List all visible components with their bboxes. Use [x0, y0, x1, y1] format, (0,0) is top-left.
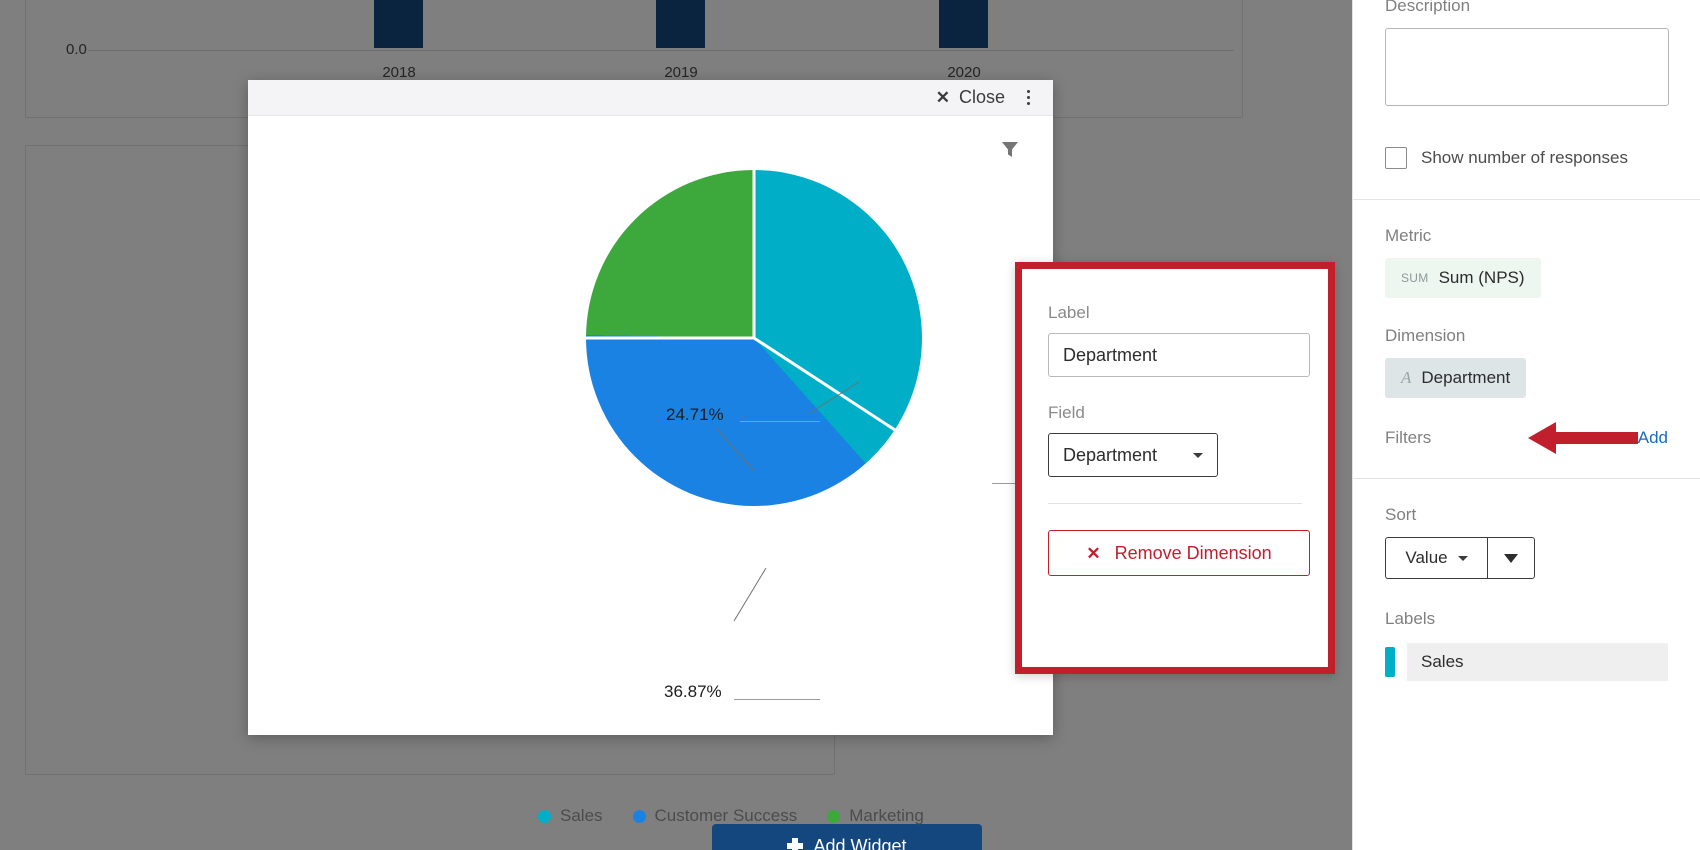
remove-dimension-label: Remove Dimension [1114, 542, 1272, 563]
add-widget-label: Add Widget [813, 835, 907, 850]
show-responses-label: Show number of responses [1421, 148, 1628, 167]
metric-label: Metric [1385, 226, 1432, 245]
popover-divider [1048, 503, 1302, 504]
panel-divider-1 [1353, 199, 1700, 200]
metric-chip-label: Sum (NPS) [1438, 268, 1525, 287]
widget-settings-panel: Description Show number of responses Met… [1352, 0, 1700, 850]
popover-field-select[interactable]: Department [1048, 433, 1218, 477]
legend-item-customer-success[interactable]: Customer Success [632, 806, 798, 826]
screen-root: 0.0 2018 2019 2020 Add Widget ✕ Close [0, 0, 1700, 850]
legend-item-sales[interactable]: Sales [538, 806, 603, 826]
popover-field-label: Field [1048, 403, 1085, 422]
popover-field-value: Department [1063, 444, 1158, 465]
legend-label-marketing: Marketing [849, 806, 924, 825]
close-icon: ✕ [935, 88, 950, 107]
show-responses-checkbox[interactable] [1385, 147, 1407, 169]
add-widget-button[interactable]: Add Widget [712, 824, 982, 850]
popover-label-field-label: Label [1048, 303, 1090, 322]
dimension-chip-kind: A [1401, 368, 1412, 387]
pie-chart [248, 166, 1053, 646]
sort-field-value: Value [1405, 548, 1448, 567]
sort-field-select[interactable]: Value [1385, 537, 1487, 579]
legend-item-marketing[interactable]: Marketing [827, 806, 924, 826]
chevron-down-icon [1457, 555, 1468, 561]
chart-detail-modal: ✕ Close 24.71% 36.87% Sales Customer Suc… [248, 80, 1124, 825]
popover-label-input[interactable] [1048, 333, 1310, 377]
chart-legend: Sales Customer Success Marketing [538, 806, 924, 826]
sort-label: Sort [1385, 505, 1417, 524]
legend-swatch-sales [538, 809, 551, 823]
metric-chip-sum-nps[interactable]: SUM Sum (NPS) [1385, 258, 1541, 298]
description-textarea[interactable] [1385, 28, 1669, 106]
description-label: Description [1385, 0, 1471, 15]
label-swatch-sales [1385, 647, 1395, 677]
sort-direction-button[interactable] [1487, 537, 1535, 579]
legend-label-sales: Sales [560, 806, 603, 825]
pie-label-marketing: 24.71% [666, 405, 724, 424]
dimension-chip-department[interactable]: A Department [1385, 358, 1527, 398]
pie-label-customer-success: 36.87% [664, 682, 722, 701]
label-item-sales[interactable]: Sales [1385, 643, 1668, 681]
panel-divider-2 [1353, 478, 1700, 479]
close-button[interactable]: ✕ Close [930, 85, 1011, 110]
legend-swatch-customer-success [632, 809, 646, 823]
filters-label: Filters [1385, 428, 1432, 447]
description-section: Description [1385, 0, 1669, 111]
caret-down-icon [1504, 553, 1518, 563]
pie-disc[interactable] [586, 170, 922, 506]
leader-line-marketing [740, 421, 820, 422]
legend-label-customer-success: Customer Success [654, 806, 798, 825]
filter-funnel-icon[interactable] [995, 134, 1025, 167]
sort-section: Sort Value [1385, 505, 1668, 579]
remove-dimension-button[interactable]: ✕ Remove Dimension [1048, 530, 1310, 576]
annotation-arrow-left [1528, 422, 1638, 454]
plus-icon [787, 838, 804, 850]
leader-line-customer-success [734, 699, 820, 700]
legend-swatch-marketing [827, 809, 841, 823]
close-label: Close [958, 87, 1005, 107]
label-pill-sales: Sales [1407, 643, 1668, 681]
sort-controls: Value [1385, 537, 1668, 579]
metric-section: Metric SUM Sum (NPS) [1385, 226, 1668, 298]
modal-body: 24.71% 38.42% 36.87% Sales Customer Succ… [248, 116, 1124, 825]
dimension-section: Dimension A Department [1385, 326, 1668, 398]
labels-label: Labels [1385, 609, 1436, 628]
popover-content: Label Field Department ✕ Remove Dimensio… [1022, 269, 1328, 576]
dimension-label: Dimension [1385, 326, 1466, 345]
show-responses-row[interactable]: Show number of responses [1385, 147, 1668, 169]
labels-section: Labels Sales [1385, 609, 1668, 681]
chevron-down-icon [1193, 452, 1203, 458]
metric-chip-kind: SUM [1401, 271, 1429, 285]
modal-header: ✕ Close [248, 80, 1053, 116]
dimension-edit-popover: Label Field Department ✕ Remove Dimensio… [1015, 262, 1335, 674]
dimension-chip-label: Department [1421, 368, 1511, 387]
filters-add-link[interactable]: Add [1638, 428, 1668, 448]
close-icon: ✕ [1086, 543, 1101, 563]
kebab-menu-icon[interactable] [1015, 83, 1041, 113]
